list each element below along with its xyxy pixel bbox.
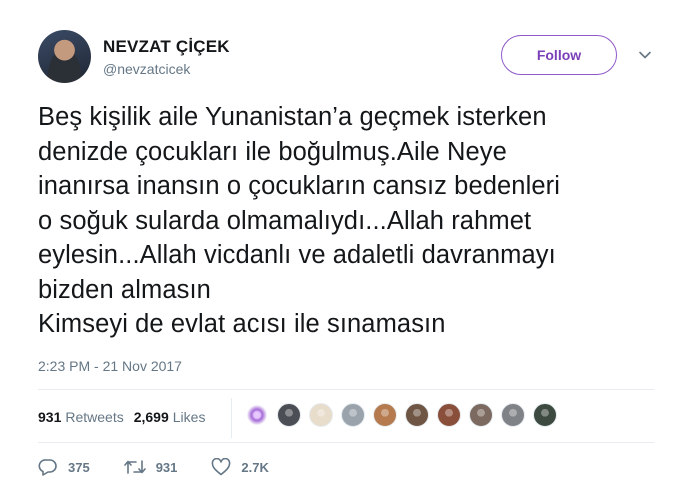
- divider: [38, 389, 654, 390]
- heart-icon: [212, 458, 231, 476]
- liker-avatar[interactable]: [405, 403, 429, 427]
- liker-avatar[interactable]: [373, 403, 397, 427]
- retweets-label[interactable]: Retweets: [65, 409, 123, 425]
- liker-avatar[interactable]: [469, 403, 493, 427]
- reply-icon: [38, 459, 57, 476]
- divider: [38, 442, 654, 443]
- retweet-icon: [123, 460, 146, 474]
- like-button[interactable]: 2.7K: [211, 458, 269, 476]
- liker-avatar[interactable]: [309, 403, 333, 427]
- stats-separator: [231, 398, 232, 438]
- retweet-button[interactable]: 931: [123, 459, 178, 475]
- liker-avatar[interactable]: [277, 403, 301, 427]
- tweet-card: NEVZAT ÇİÇEK @nevzatcicek Follow Beş kiş…: [0, 0, 688, 483]
- follow-button[interactable]: Follow: [501, 35, 617, 75]
- likers-list: [245, 403, 565, 427]
- likes-label[interactable]: Likes: [173, 409, 206, 425]
- display-name[interactable]: NEVZAT ÇİÇEK: [103, 37, 230, 57]
- retweet-count: 931: [155, 459, 178, 475]
- tweet-actions: 375 931 2.7K: [38, 455, 303, 479]
- liker-avatar[interactable]: [501, 403, 525, 427]
- avatar[interactable]: [38, 30, 91, 83]
- reply-button[interactable]: 375: [38, 458, 90, 476]
- likes-count[interactable]: 2,699: [134, 409, 169, 425]
- retweets-count[interactable]: 931: [38, 409, 61, 425]
- tweet-stats: 931 Retweets 2,699 Likes: [38, 406, 215, 428]
- liker-avatar[interactable]: [437, 403, 461, 427]
- liker-avatar[interactable]: [341, 403, 365, 427]
- tweet-timestamp[interactable]: 2:23 PM - 21 Nov 2017: [38, 358, 182, 374]
- user-handle[interactable]: @nevzatcicek: [103, 61, 190, 77]
- like-count: 2.7K: [241, 459, 269, 475]
- chevron-down-icon[interactable]: [638, 48, 652, 62]
- reply-count: 375: [68, 459, 90, 475]
- tweet-text: Beş kişilik aile Yunanistan’a geçmek ist…: [38, 103, 560, 338]
- liker-avatar[interactable]: [245, 403, 269, 427]
- liker-avatar[interactable]: [533, 403, 557, 427]
